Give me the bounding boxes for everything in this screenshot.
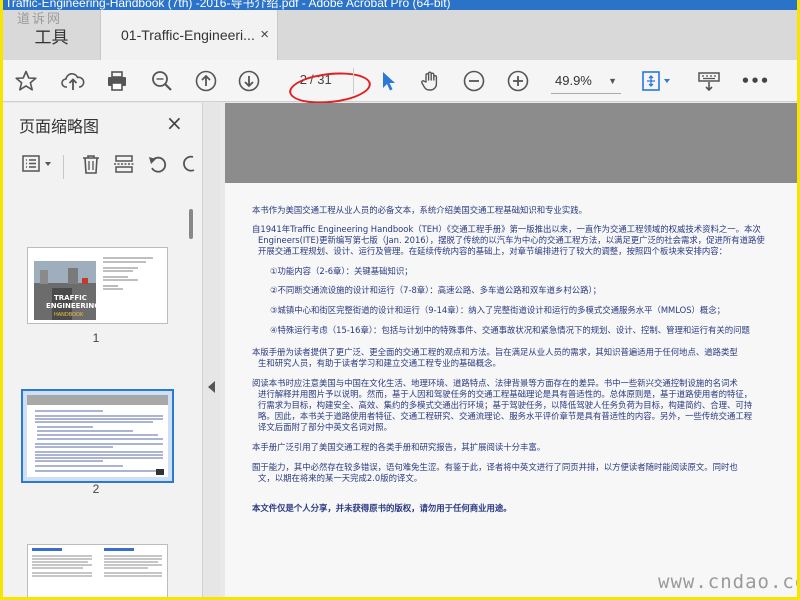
title-bar: Traffic-Engineering-Handbook (7th) -2016… bbox=[3, 0, 797, 10]
page-thumbnail-1[interactable]: TRAFFIC ENGINEERING HANDBOOK bbox=[27, 247, 168, 324]
acrobat-window: Traffic-Engineering-Handbook (7th) -2016… bbox=[3, 0, 797, 597]
select-pointer-icon[interactable] bbox=[374, 67, 402, 95]
zoom-level-select[interactable]: 49.9% ▼ bbox=[551, 68, 621, 94]
tab-document[interactable]: 01-Traffic-Engineeri... × bbox=[100, 10, 278, 60]
doc-paragraph: ④特殊运行考虑（15-16章）：包括与计划中的特殊事件、交通事故状况和紧急情况下… bbox=[270, 325, 750, 335]
upload-icon[interactable] bbox=[59, 67, 87, 95]
collapse-panel-arrow-icon[interactable] bbox=[208, 381, 215, 393]
document-view[interactable]: 本书作为美国交通工程从业人员的必备文本，系统介绍美国交通工程基础知识和专业实践。… bbox=[220, 103, 797, 597]
doc-paragraph: 本版手册为读者提供了更广泛、更全面的交通工程的观点和方法。旨在满足从业人员的需求… bbox=[252, 347, 738, 357]
doc-paragraph: 本手册广泛引用了美国交通工程的各类手册和研究报告，其扩展阅读十分丰富。 bbox=[252, 442, 546, 452]
panel-splitter[interactable] bbox=[204, 103, 220, 597]
print-icon[interactable] bbox=[103, 67, 131, 95]
extract-pages-icon[interactable] bbox=[113, 153, 139, 179]
close-panel-icon[interactable]: × bbox=[166, 111, 183, 135]
toolbar-divider bbox=[353, 68, 354, 94]
thumbnail-1-image: TRAFFIC ENGINEERING HANDBOOK bbox=[28, 248, 167, 323]
doc-paragraph: 本书作为美国交通工程从业人员的必备文本，系统介绍美国交通工程基础知识和专业实践。 bbox=[252, 205, 587, 215]
doc-paragraph: Engineers(ITE)更新编写第七版（Jan. 2016），摆脱了传统的以… bbox=[258, 235, 765, 245]
doc-paragraph: 生和研究人员，有助于读者学习和建立交通工程专业的基础概念。 bbox=[258, 358, 501, 368]
page-thumbnail-3[interactable] bbox=[27, 544, 168, 597]
trash-icon[interactable] bbox=[80, 153, 106, 179]
zoom-out-icon[interactable] bbox=[460, 67, 488, 95]
doc-paragraph: 阅读本书时应注意美国与中国在文化生活、地理环境、道路特点、法律背景等方面存在的差… bbox=[252, 378, 738, 388]
doc-paragraph: 囿于能力，其中必然存在较多错误，语句难免生涩。有鉴于此，译者将中英文进行了同页并… bbox=[252, 462, 738, 472]
main-toolbar: 2 / 31 49.9% ▼ ••• bbox=[3, 60, 797, 108]
doc-paragraph: 译文后面附了部分中英文名词对照。 bbox=[258, 422, 392, 432]
tab-document-label: 01-Traffic-Engineeri... bbox=[121, 27, 255, 43]
panel-toolbar-divider bbox=[63, 155, 64, 179]
thumbnail-1-title-line-2: ENGINEERING bbox=[46, 302, 100, 310]
panel-title: 页面缩略图 bbox=[19, 117, 100, 136]
zoom-search-icon[interactable] bbox=[148, 67, 176, 95]
rotate-right-icon[interactable] bbox=[179, 153, 195, 179]
doc-paragraph: 略。因此，本书关于道路使用者特征、交通工程研究、交通流理论、服务水平评价章节是具… bbox=[258, 411, 753, 421]
zoom-in-icon[interactable] bbox=[504, 67, 532, 95]
doc-paragraph: ③城镇中心和街区完整街道的设计和运行（9-14章）：纳入了完整街道设计和运行的多… bbox=[270, 305, 726, 315]
doc-paragraph: 行需求为目标，构建安全、高效、集约的多模式交通出行环境；基于驾驶任务，以降低驾驶… bbox=[258, 400, 753, 410]
doc-paragraph: 自1941年Traffic Engineering Handbook（TEH）《… bbox=[252, 224, 761, 234]
page-thumbnails-panel: 页面缩略图 × TRAFFIC ENGINEERING HANDBOOK 1 2 bbox=[3, 103, 203, 597]
page-thumbnail-2-selected[interactable] bbox=[21, 389, 174, 483]
doc-paragraph: 文，以期在将来的某一天完成2.0版的译文。 bbox=[258, 473, 423, 483]
chevron-down-icon: ▼ bbox=[608, 76, 617, 86]
panel-scrollbar[interactable] bbox=[189, 209, 193, 239]
watermark-bottom-right: www.cndao.com bbox=[658, 571, 797, 593]
thumbnail-2-label: 2 bbox=[92, 482, 100, 496]
panel-toolbar bbox=[3, 143, 203, 187]
thumbnail-2-image bbox=[27, 395, 168, 477]
thumbnail-1-title-line-1: TRAFFIC bbox=[54, 294, 87, 302]
thumbnail-1-title-line-3: HANDBOOK bbox=[54, 312, 84, 318]
thumbnail-3-image bbox=[28, 545, 167, 597]
star-icon[interactable] bbox=[12, 67, 40, 95]
doc-paragraph: ②不同断交通流设施的设计和运行（7-8章）：高速公路、多车道公路和双车道乡村公路… bbox=[270, 285, 602, 295]
fit-page-icon[interactable] bbox=[637, 67, 677, 95]
doc-paragraph: ①功能内容（2-6章）：关键基础知识； bbox=[270, 266, 413, 276]
doc-paragraph: 开展交通工程规划、设计、运行及管理。在延续传统内容的基础上，对章节编排进行了较大… bbox=[258, 246, 727, 256]
keyboard-icon[interactable] bbox=[695, 67, 723, 95]
page-down-icon[interactable] bbox=[235, 67, 263, 95]
doc-paragraph-notice: 本文件仅是个人分享，并未获得原书的版权，请勿用于任何商业用途。 bbox=[252, 503, 512, 513]
thumbnail-1-label: 1 bbox=[92, 331, 100, 345]
tab-bar: 工具 01-Traffic-Engineeri... × bbox=[3, 10, 797, 60]
rotate-left-icon[interactable] bbox=[147, 153, 173, 179]
window-title: Traffic-Engineering-Handbook (7th) -2016… bbox=[5, 0, 451, 10]
page-up-icon[interactable] bbox=[192, 67, 220, 95]
watermark-top-left: 道诉网 bbox=[17, 12, 63, 27]
doc-paragraph: 进行解释并用图片予以说明。然而，基于人因和驾驶任务的交通工程基础理论是具有普适性… bbox=[258, 389, 753, 399]
hand-icon[interactable] bbox=[416, 67, 444, 95]
page-header-band bbox=[225, 103, 797, 183]
more-icon[interactable]: ••• bbox=[741, 67, 770, 95]
zoom-level-value: 49.9% bbox=[555, 73, 592, 88]
thumbnail-options-icon[interactable] bbox=[21, 153, 61, 179]
close-tab-icon[interactable]: × bbox=[260, 26, 269, 43]
